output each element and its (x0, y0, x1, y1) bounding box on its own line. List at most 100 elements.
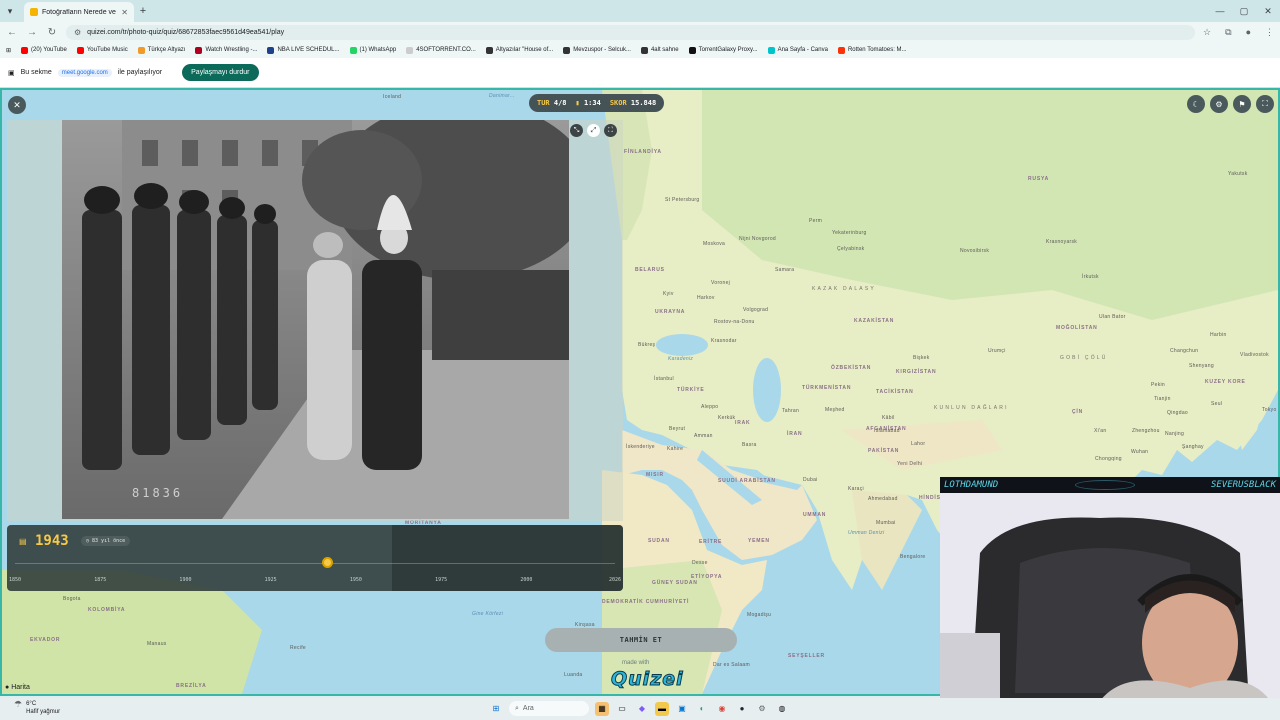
fullscreen-photo-icon[interactable]: ⛶ (604, 124, 617, 137)
map-label-kabul: Kâbil (882, 415, 895, 421)
bookmark-favicon-icon (406, 46, 414, 54)
task-view-icon[interactable]: ▭ (615, 702, 629, 716)
map-label-volgograd: Volgograd (743, 307, 769, 313)
file-explorer-icon[interactable]: ▬ (655, 701, 669, 716)
bookmark-item[interactable]: Rotten Tomatoes: M... (837, 46, 907, 54)
historical-photo[interactable]: 81836 (62, 120, 569, 519)
map-label-basra: Basra (742, 442, 757, 448)
bookmark-star-icon[interactable]: ☆ (1203, 27, 1211, 38)
forward-icon[interactable]: → (26, 27, 38, 38)
start-icon[interactable]: ⊞ (489, 702, 503, 716)
score: SKOR 15.848 (609, 99, 657, 107)
rain-icon: ☂ (14, 699, 23, 709)
address-bar[interactable]: ⚙ quizei.com/tr/photo-quiz/quiz/68672853… (66, 24, 1196, 40)
bookmark-item[interactable]: Watch Wrestling -... (195, 46, 257, 54)
bookmark-item[interactable]: Mevzuspor - Selcuk... (563, 46, 631, 54)
map-label-kharkov: Harkov (697, 295, 715, 301)
bookmark-item[interactable]: NBA LIVE SCHEDUL... (267, 46, 340, 54)
map-label-mumbai: Mumbai (876, 520, 896, 526)
year-slider-handle[interactable] (322, 557, 333, 568)
weather-desc: Hafif yağmur (26, 709, 61, 715)
bookmark-item[interactable]: 4SOFTORRENT.CO... (406, 46, 476, 54)
steam-icon[interactable]: ● (735, 702, 749, 716)
year-slider-track[interactable] (15, 563, 615, 564)
bookmark-label: 4SOFTORRENT.CO... (416, 47, 476, 53)
new-tab-icon[interactable]: + (134, 5, 152, 17)
apps-icon[interactable]: ⊞ (6, 47, 11, 54)
copilot-icon[interactable]: ◆ (635, 702, 649, 716)
settings-icon[interactable]: ⚙ (1210, 95, 1228, 113)
bookmark-favicon-icon (21, 46, 29, 54)
back-icon[interactable]: ← (6, 27, 18, 38)
close-window-icon[interactable]: ✕ (1256, 0, 1280, 22)
map-label-bucharest: Bükreş (638, 342, 656, 348)
map-label-mogadishu: Mogadişu (747, 612, 772, 618)
maximize-icon[interactable]: ▢ (1232, 0, 1256, 22)
map-label-urumqi: Urumçi (988, 348, 1006, 354)
browser-tab[interactable]: Fotoğrafların Nerede ve Ne... ✕ (24, 2, 134, 22)
bookmark-item[interactable]: TorrentGalaxy Proxy... (688, 46, 758, 54)
site-info-icon[interactable]: ⚙ (74, 28, 81, 37)
shrink-icon[interactable]: ⤡ (570, 124, 583, 137)
map-label-seychelles: SEYŞELLER (788, 653, 825, 659)
bookmark-item[interactable]: Altyazılar "House of... (485, 46, 553, 54)
map-type-toggle[interactable]: ● Harita (5, 684, 30, 691)
map-label-ecuador: EKVADOR (30, 637, 61, 643)
map-label-egypt: MISIR (646, 472, 664, 478)
edge-icon[interactable]: ◐ (695, 702, 709, 716)
close-quiz-button[interactable]: ✕ (8, 96, 26, 114)
bookmark-item[interactable]: (20) YouTube (21, 46, 67, 54)
reload-icon[interactable]: ↻ (46, 27, 58, 38)
bookmark-favicon-icon (76, 46, 84, 54)
profile-icon[interactable]: ● (1246, 27, 1251, 38)
map-label-alexandria: İskenderiye (626, 444, 655, 450)
map-label-kirkuk: Kerkük (718, 415, 736, 421)
map-label-zhengzhou: Zhengzhou (1132, 428, 1160, 434)
taskbar-search[interactable]: ⌕ Ara (509, 701, 589, 716)
expand-icon[interactable]: ⤢ (587, 124, 600, 137)
made-with-text: made with (622, 660, 650, 666)
map-label-tokyo: Tokyo (1262, 407, 1277, 413)
banner-emblem (1074, 480, 1135, 490)
fullscreen-icon[interactable]: ⛶ (1256, 95, 1274, 113)
bookmark-favicon-icon (767, 46, 775, 54)
store-icon[interactable]: ▣ (675, 702, 689, 716)
bookmark-item[interactable]: YouTube Music (76, 46, 128, 54)
widgets-icon[interactable]: ▦ (595, 701, 609, 716)
bookmark-favicon-icon (349, 46, 357, 54)
bookmark-item[interactable]: Türkçe Altyazı (137, 46, 185, 54)
map-label-shanghai: Şanghay (1182, 444, 1204, 450)
tab-search-icon[interactable]: ▾ (0, 1, 20, 21)
bookmark-label: Mevzuspor - Selcuk... (573, 47, 631, 53)
bookmark-item[interactable]: 4alt sahne (640, 46, 679, 54)
bookmark-item[interactable]: (1) WhatsApp (349, 46, 396, 54)
guess-button[interactable]: TAHMİN ET (545, 628, 737, 652)
extensions-icon[interactable]: ⧉ (1225, 27, 1231, 38)
tab-close-icon[interactable]: ✕ (121, 8, 128, 17)
map-label-st-petersburg: St Petersburg (665, 197, 700, 203)
timer-icon: ▮ (575, 99, 580, 107)
webcam-feed (940, 493, 1280, 720)
stop-sharing-button[interactable]: Paylaşmayı durdur (182, 64, 259, 81)
map-label-beijing: Pekin (1151, 382, 1166, 388)
menu-icon[interactable]: ⋮ (1265, 27, 1274, 38)
settings-app-icon[interactable]: ⚙ (755, 702, 769, 716)
chrome-icon[interactable]: ◉ (715, 702, 729, 716)
report-flag-icon[interactable]: ⚑ (1233, 95, 1251, 113)
map-label-rostov: Rostov-na-Donu (714, 319, 755, 325)
map-label-istanbul: İstanbul (654, 376, 674, 382)
quizei-logo[interactable]: Quizei (611, 668, 684, 691)
map-label-arabian-sea: Umman Denizi (848, 530, 885, 536)
bookmark-item[interactable]: Ana Sayfa - Canva (767, 46, 828, 54)
dark-mode-icon[interactable]: ☾ (1187, 95, 1205, 113)
year-tick-label: 1850 (8, 577, 22, 583)
tab-strip: ▾ Fotoğrafların Nerede ve Ne... ✕ + — ▢ … (0, 0, 1280, 22)
bookmark-label: YouTube Music (86, 47, 128, 53)
weather-widget[interactable]: ☂ 6°C Hafif yağmur (14, 700, 60, 716)
obs-icon[interactable]: ◍ (775, 702, 789, 716)
map-label-gulf-guinea: Gine Körfezi (472, 611, 504, 617)
map-label-dubai: Dubai (803, 477, 818, 483)
toolbar-actions: ☆ ⧉ ● ⋮ (1203, 27, 1274, 38)
year-picker: ▤ 1943 ◷ 83 yıl önce 1850 1875 1900 1925 195… (7, 525, 623, 591)
minimize-icon[interactable]: — (1208, 0, 1232, 22)
